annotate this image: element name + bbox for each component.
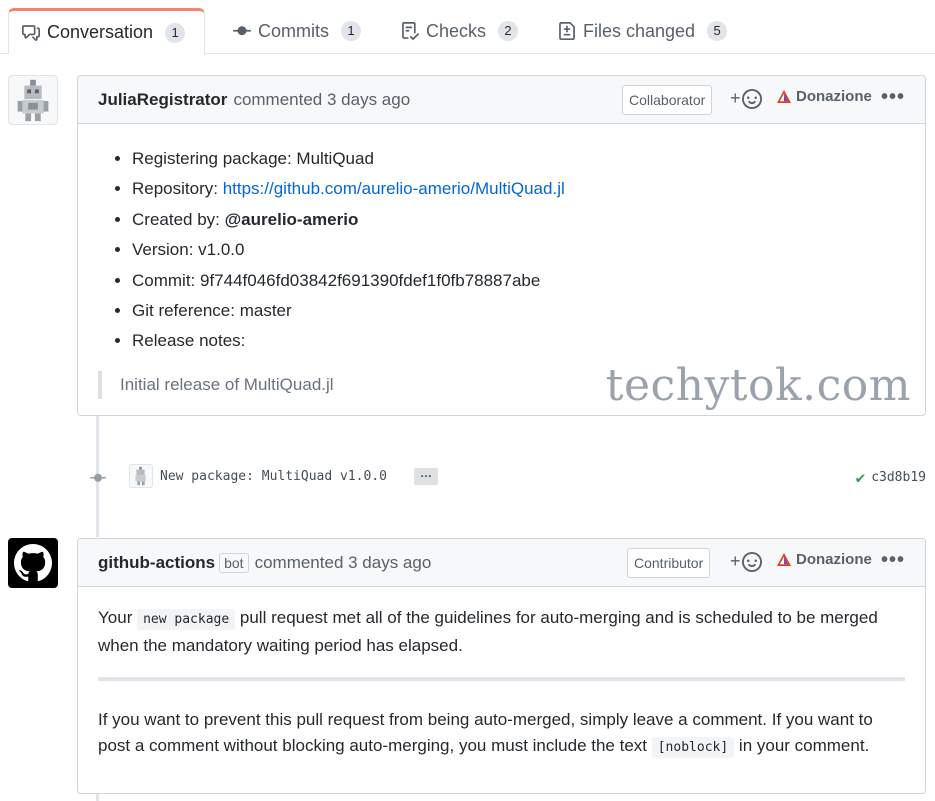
brave-triangle-icon xyxy=(777,552,791,566)
conversation-icon xyxy=(21,23,41,43)
author-avatar[interactable] xyxy=(8,75,58,125)
donate-label: Donazione xyxy=(796,88,872,105)
tab-commits[interactable]: Commits 1 xyxy=(220,8,373,54)
list-item: Version: v1.0.0 xyxy=(132,235,905,265)
kebab-menu-icon[interactable]: ••• xyxy=(881,549,905,572)
list-item: Registering package: MultiQuad xyxy=(132,144,905,174)
tab-label: Files changed xyxy=(583,20,696,41)
donate-label: Donazione xyxy=(796,551,872,568)
commit-author-avatar[interactable] xyxy=(129,464,153,488)
user-mention[interactable]: @aurelio-amerio xyxy=(225,210,359,229)
comment-author[interactable]: JuliaRegistrator xyxy=(98,90,227,110)
tab-counter: 2 xyxy=(498,21,519,41)
registration-details-list: Registering package: MultiQuad Repositor… xyxy=(98,144,905,357)
tab-checks[interactable]: Checks 2 xyxy=(388,8,530,54)
tab-counter: 1 xyxy=(165,22,186,43)
tab-label: Conversation xyxy=(47,22,154,42)
list-item: Repository: https://github.com/aurelio-a… xyxy=(132,174,905,204)
created-label: Created by: xyxy=(132,209,225,229)
donate-button[interactable]: Donazione xyxy=(776,551,872,568)
tab-label: Checks xyxy=(426,20,487,41)
comment-header: JuliaRegistrator commented 3 days ago Co… xyxy=(78,76,925,124)
checklist-icon xyxy=(400,21,420,41)
commit-icon xyxy=(90,473,106,482)
collaborator-badge: Collaborator xyxy=(622,85,713,115)
comment-body: Registering package: MultiQuad Repositor… xyxy=(78,124,925,399)
tab-counter: 1 xyxy=(341,21,361,41)
check-icon[interactable]: ✔ xyxy=(856,468,866,487)
add-reaction-button[interactable]: + xyxy=(730,88,762,109)
text: Your xyxy=(98,608,138,627)
commit-icon xyxy=(232,21,252,41)
smiley-icon xyxy=(741,551,762,572)
github-logo-icon xyxy=(14,544,52,582)
repo-label: Repository: xyxy=(132,179,223,199)
inline-code: new package xyxy=(137,609,236,630)
commit-message[interactable]: New package: MultiQuad v1.0.0 xyxy=(160,469,387,484)
robot-avatar-icon xyxy=(17,79,49,122)
tab-counter: 5 xyxy=(707,21,728,41)
comment-header: github-actions bot commented 3 days ago … xyxy=(78,539,925,587)
repository-link[interactable]: https://github.com/aurelio-amerio/MultiQ… xyxy=(223,179,565,198)
paragraph: Your new package pull request met all of… xyxy=(98,605,905,659)
tab-files-changed[interactable]: Files changed 5 xyxy=(545,8,739,54)
inline-code: [noblock] xyxy=(651,737,735,758)
commit-event: New package: MultiQuad v1.0.0 … ✔ c3d8b1… xyxy=(87,462,926,492)
robot-avatar-icon xyxy=(135,466,146,486)
plus-label: + xyxy=(730,88,741,108)
bot-badge: bot xyxy=(219,552,249,573)
divider xyxy=(98,677,905,681)
add-reaction-button[interactable]: + xyxy=(730,551,762,572)
commit-sha-group: ✔ c3d8b19 xyxy=(856,468,926,487)
donate-button[interactable]: Donazione xyxy=(776,88,872,105)
comment-timestamp[interactable]: commented 3 days ago xyxy=(255,553,432,573)
paragraph: If you want to prevent this pull request… xyxy=(98,707,905,761)
tab-label: Commits xyxy=(258,20,329,41)
commit-sha[interactable]: c3d8b19 xyxy=(871,470,926,485)
pr-tabs: Conversation 1 Commits 1 Checks 2 Files … xyxy=(0,0,935,55)
watermark: techytok.com xyxy=(605,360,911,411)
comment-github-actions: github-actions bot commented 3 days ago … xyxy=(77,538,926,794)
expand-commit-button[interactable]: … xyxy=(414,467,438,485)
list-item: Git reference: master xyxy=(132,296,905,326)
list-item: Release notes: xyxy=(132,326,905,356)
plus-label: + xyxy=(730,551,741,571)
brave-triangle-icon xyxy=(777,89,791,103)
tab-conversation[interactable]: Conversation 1 xyxy=(8,8,205,55)
smiley-icon xyxy=(741,88,762,109)
list-item: Created by: @aurelio-amerio xyxy=(132,205,905,235)
contributor-badge: Contributor xyxy=(627,548,711,578)
bot-avatar[interactable] xyxy=(8,538,58,588)
text: in your comment. xyxy=(734,736,870,755)
comment-body: Your new package pull request met all of… xyxy=(78,587,925,761)
timeline-line xyxy=(96,793,99,801)
kebab-menu-icon[interactable]: ••• xyxy=(881,86,905,109)
comment-author[interactable]: github-actions xyxy=(98,553,215,573)
file-diff-icon xyxy=(557,21,577,41)
list-item: Commit: 9f744f046fd03842f691390fdef1f0fb… xyxy=(132,266,905,296)
comment-timestamp[interactable]: commented 3 days ago xyxy=(233,90,410,110)
comment-registrator: JuliaRegistrator commented 3 days ago Co… xyxy=(77,75,926,416)
